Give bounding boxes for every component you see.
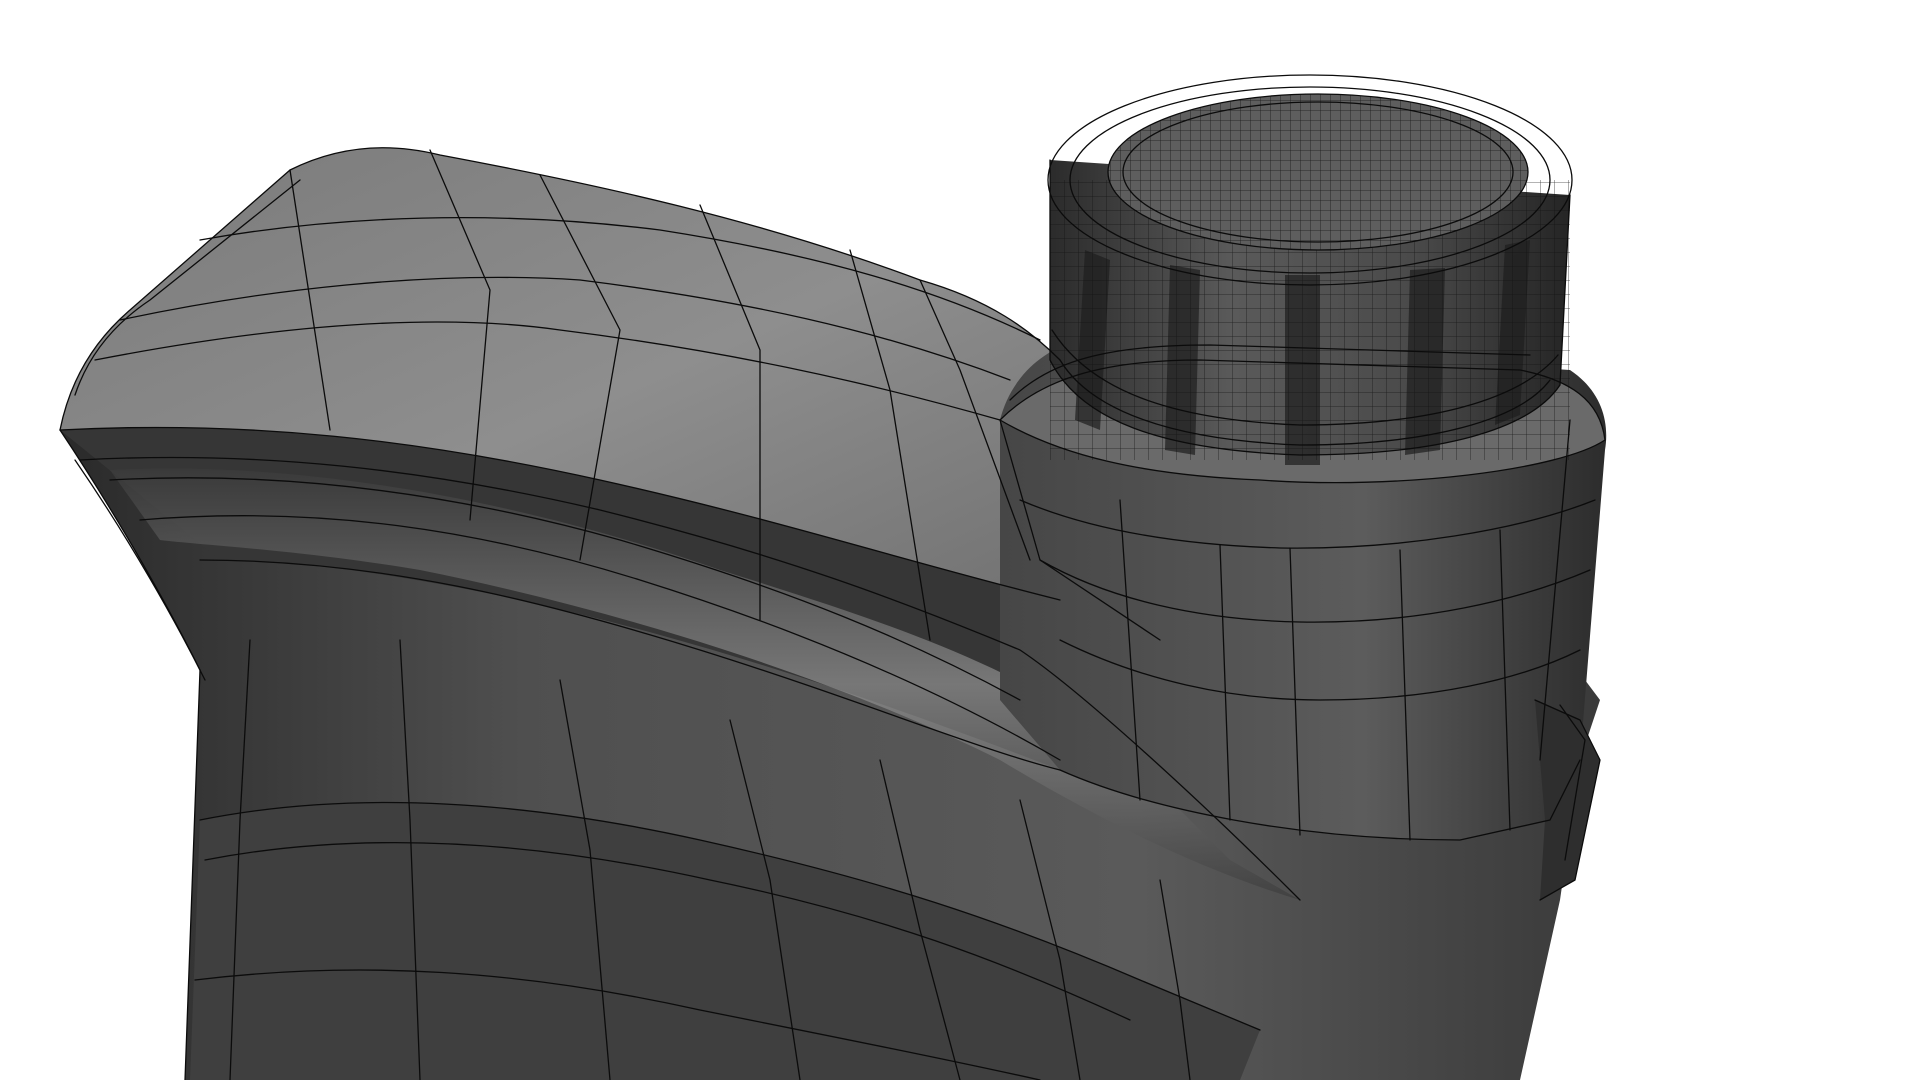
bottle-cap [1047, 74, 1573, 465]
wireframe-render [59, 74, 1607, 1080]
render-viewport [0, 0, 1920, 1080]
neck-shoulder-ring [1535, 700, 1600, 900]
